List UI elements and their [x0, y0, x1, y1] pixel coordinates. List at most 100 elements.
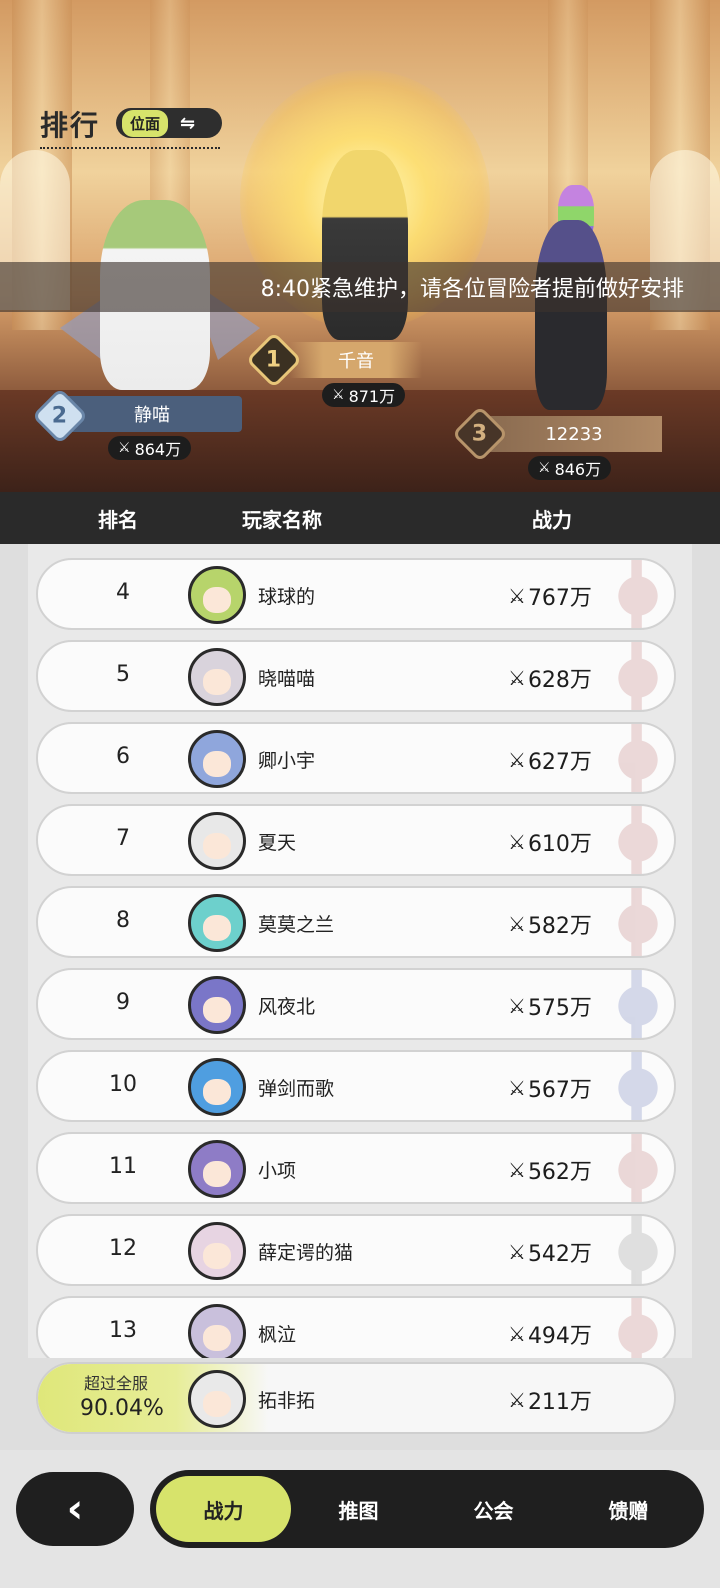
- row-power: ⚔ 494万: [508, 1318, 592, 1350]
- table-row[interactable]: 7 夏天 ⚔ 610万: [36, 804, 676, 876]
- crossed-swords-icon: ⚔: [508, 584, 526, 608]
- faction-emblem-icon: [610, 1216, 674, 1284]
- power-value: 211万: [527, 1390, 592, 1415]
- table-row[interactable]: 11 小项 ⚔ 562万: [36, 1132, 676, 1204]
- faction-emblem-icon: [610, 1298, 674, 1358]
- ranking-list[interactable]: 4 球球的 ⚔ 767万 5 晓喵喵 ⚔ 628万 6 卿小宇 ⚔ 627万 7 夏天…: [28, 544, 692, 1358]
- swap-arrows-icon: ⇋: [180, 112, 196, 134]
- power-value: 767万: [527, 586, 592, 611]
- rank-1-number: 1: [266, 347, 282, 373]
- power-value: 846万: [554, 460, 602, 479]
- faction-emblem-icon: [610, 1134, 674, 1202]
- first-place-nameplate[interactable]: 千音: [290, 342, 422, 378]
- third-place-power: ⚔ 846万: [528, 456, 612, 480]
- my-name: 拓非拓: [258, 1390, 316, 1412]
- second-place-nameplate[interactable]: 静喵: [62, 396, 242, 432]
- avatar-face: [203, 751, 231, 777]
- my-rank-row[interactable]: 超过全服 90.04% 拓非拓 ⚔ 211万: [36, 1362, 676, 1434]
- faction-emblem-icon: [610, 1052, 674, 1120]
- avatar[interactable]: [188, 976, 246, 1034]
- player-name: 薛定谔的猫: [258, 1242, 354, 1264]
- ranking-header: 排行 位面 ⇋: [40, 104, 222, 149]
- avatar-face: [203, 1161, 231, 1187]
- table-row[interactable]: 13 枫泣 ⚔ 494万: [36, 1296, 676, 1358]
- rank-column-header: 排名: [98, 508, 138, 532]
- crossed-swords-icon: ⚔: [508, 1388, 526, 1412]
- row-power: ⚔ 628万: [508, 662, 592, 694]
- crossed-swords-icon: ⚔: [508, 1240, 526, 1264]
- row-power: ⚔ 627万: [508, 744, 592, 776]
- ranking-category-tabs: 战力 推图 公会 馈赠: [150, 1470, 704, 1548]
- power-value: 864万: [134, 440, 182, 459]
- player-name: 风夜北: [258, 996, 316, 1018]
- surpass-value: 90.04%: [80, 1396, 164, 1421]
- tab-stage-progress[interactable]: 推图: [291, 1476, 426, 1542]
- third-place-nameplate[interactable]: 12233: [486, 416, 662, 452]
- crossed-swords-icon: ⚔: [508, 1322, 526, 1346]
- power-column-header: 战力: [532, 508, 572, 532]
- podium-banner: 排行 位面 ⇋ 8:40紧急维护，请各位冒险者提前做好安排 千音 1 ⚔ 871…: [0, 0, 720, 492]
- table-row[interactable]: 4 球球的 ⚔ 767万: [36, 558, 676, 630]
- row-rank: 7: [116, 826, 130, 851]
- realm-toggle-button[interactable]: 位面 ⇋: [116, 108, 222, 138]
- power-value: 610万: [527, 832, 592, 857]
- power-value: 494万: [527, 1324, 592, 1349]
- avatar-face: [203, 1325, 231, 1351]
- table-row[interactable]: 12 薛定谔的猫 ⚔ 542万: [36, 1214, 676, 1286]
- power-value: 627万: [527, 750, 592, 775]
- avatar[interactable]: [188, 648, 246, 706]
- avatar-face: [203, 1079, 231, 1105]
- row-rank: 9: [116, 990, 130, 1015]
- table-row[interactable]: 10 弹剑而歌 ⚔ 567万: [36, 1050, 676, 1122]
- crossed-swords-icon: ⚔: [508, 912, 526, 936]
- player-name: 卿小宇: [258, 750, 316, 772]
- player-name: 球球的: [258, 586, 316, 608]
- table-row[interactable]: 8 莫莫之兰 ⚔ 582万: [36, 886, 676, 958]
- rank-2-number: 2: [52, 403, 68, 429]
- avatar[interactable]: [188, 1058, 246, 1116]
- avatar-face: [203, 1391, 231, 1417]
- crossed-swords-icon: ⚔: [118, 440, 131, 456]
- avatar[interactable]: [188, 812, 246, 870]
- crossed-swords-icon: ⚔: [508, 830, 526, 854]
- row-power: ⚔ 567万: [508, 1072, 592, 1104]
- player-name: 晓喵喵: [258, 668, 316, 690]
- rank-3-number: 3: [472, 421, 488, 447]
- avatar[interactable]: [188, 730, 246, 788]
- tab-guild[interactable]: 公会: [426, 1476, 561, 1542]
- crossed-swords-icon: ⚔: [508, 666, 526, 690]
- second-place-name: 静喵: [134, 405, 170, 426]
- power-value: 562万: [527, 1160, 592, 1185]
- table-row[interactable]: 9 风夜北 ⚔ 575万: [36, 968, 676, 1040]
- row-rank: 10: [109, 1072, 137, 1097]
- table-row[interactable]: 6 卿小宇 ⚔ 627万: [36, 722, 676, 794]
- avatar[interactable]: [188, 566, 246, 624]
- crossed-swords-icon: ⚔: [538, 460, 551, 476]
- tab-power[interactable]: 战力: [156, 1476, 291, 1542]
- avatar-face: [203, 1243, 231, 1269]
- power-value: 567万: [527, 1078, 592, 1103]
- avatar[interactable]: [188, 1304, 246, 1358]
- row-rank: 5: [116, 662, 130, 687]
- third-place-character[interactable]: [535, 220, 607, 410]
- maintenance-notice: 8:40紧急维护，请各位冒险者提前做好安排: [0, 262, 720, 312]
- avatar[interactable]: [188, 1140, 246, 1198]
- power-value: 871万: [348, 387, 396, 406]
- tab-gifts[interactable]: 馈赠: [561, 1476, 696, 1542]
- second-place-power: ⚔ 864万: [108, 436, 192, 460]
- table-row[interactable]: 5 晓喵喵 ⚔ 628万: [36, 640, 676, 712]
- avatar[interactable]: [188, 894, 246, 952]
- crossed-swords-icon: ⚔: [508, 994, 526, 1018]
- first-place-name: 千音: [338, 351, 374, 372]
- back-button[interactable]: ‹: [16, 1472, 134, 1546]
- avatar[interactable]: [188, 1222, 246, 1280]
- power-value: 542万: [527, 1242, 592, 1267]
- faction-emblem-icon: [610, 806, 674, 874]
- name-column-header: 玩家名称: [242, 508, 322, 532]
- notice-text: 8:40紧急维护，请各位冒险者提前做好安排: [260, 277, 684, 302]
- crossed-swords-icon: ⚔: [508, 1158, 526, 1182]
- avatar-face: [203, 915, 231, 941]
- avatar-face: [203, 669, 231, 695]
- my-avatar[interactable]: [188, 1370, 246, 1428]
- player-name: 弹剑而歌: [258, 1078, 335, 1100]
